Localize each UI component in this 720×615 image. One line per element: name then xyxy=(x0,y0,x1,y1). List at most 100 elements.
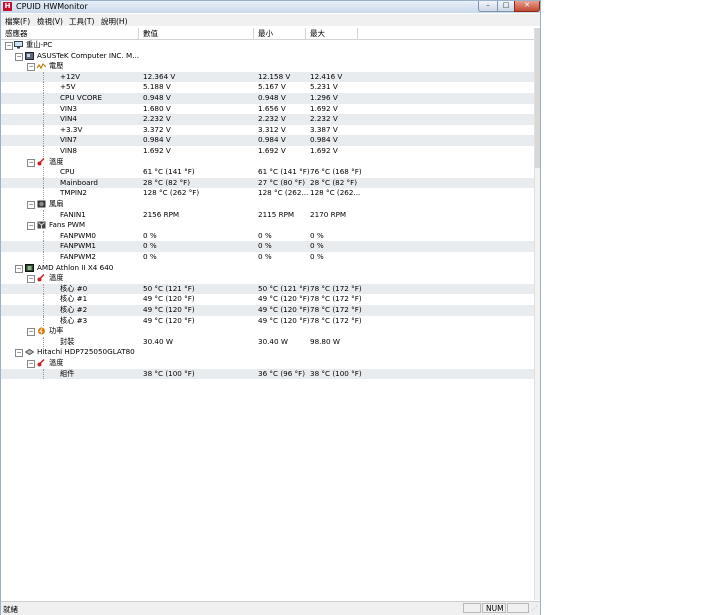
close-button[interactable]: ✕ xyxy=(514,1,540,12)
thermometer-icon xyxy=(37,157,46,166)
sensor-label: +5V xyxy=(60,82,76,92)
tree-line xyxy=(43,82,44,93)
hdd-icon xyxy=(24,348,35,356)
tree-node[interactable]: − 重山-PC xyxy=(1,40,534,51)
collapse-toggle-icon[interactable]: − xyxy=(27,201,35,209)
tree-line xyxy=(43,177,44,189)
collapse-toggle-icon[interactable]: − xyxy=(15,264,23,273)
status-text: 就緒 xyxy=(3,605,18,614)
sensor-label: VIN7 xyxy=(60,135,77,145)
menu-help[interactable]: 說明(H) xyxy=(101,16,128,27)
collapse-toggle-icon[interactable]: − xyxy=(27,275,35,284)
sensor-max: 12.416 V xyxy=(310,71,343,81)
sensor-row[interactable]: 封裝 30.40 W 30.40 W 98.80 W xyxy=(1,336,534,348)
collapse-toggle-icon[interactable]: − xyxy=(15,349,23,358)
sensor-row[interactable]: +12V 12.364 V 12.158 V 12.416 V xyxy=(1,71,534,83)
sensor-row[interactable]: +3.3V 3.372 V 3.312 V 3.387 V xyxy=(1,124,534,136)
sensor-max: 78 °C (172 °F) xyxy=(310,305,362,314)
sensor-row[interactable]: CPU VCORE 0.948 V 0.948 V 1.296 V xyxy=(1,93,534,104)
tree-node[interactable]: − 風扇 xyxy=(1,199,534,210)
sensor-min: 0 % xyxy=(258,230,272,240)
collapse-toggle-icon[interactable]: − xyxy=(27,328,35,337)
sensor-value: 0.984 V xyxy=(143,135,171,145)
tree-node[interactable]: − 溫度 xyxy=(1,157,534,168)
collapse-toggle-icon[interactable]: − xyxy=(27,63,35,72)
sensor-value: 0 % xyxy=(143,252,157,261)
column-value[interactable]: 數值 xyxy=(139,28,254,39)
vertical-scrollbar[interactable] xyxy=(534,28,540,600)
sensor-min: 30.40 W xyxy=(258,336,288,346)
tree-node[interactable]: − Fans PWM xyxy=(1,220,534,231)
sensor-max: 2170 RPM xyxy=(310,209,347,219)
collapse-toggle-icon[interactable]: − xyxy=(27,158,35,167)
status-panel-empty xyxy=(463,603,481,613)
tree-line xyxy=(43,283,44,295)
sensor-row[interactable]: VIN8 1.692 V 1.692 V 1.692 V xyxy=(1,146,534,157)
sensor-row[interactable]: TMPIN2 128 °C (262 °F) 128 °C (262... 128 °… xyxy=(1,188,534,199)
sensor-row[interactable]: CPU 61 °C (141 °F) 61 °C (141 °F) 76 °C (16… xyxy=(1,167,534,178)
minimize-button[interactable]: – xyxy=(478,1,498,12)
sensor-row[interactable]: 組件 38 °C (100 °F) 36 °C (96 °F) 38 °C (100 … xyxy=(1,368,534,380)
sensor-row[interactable]: 核心 #2 49 °C (120 °F) 49 °C (120 °F) 78 °C (… xyxy=(1,305,534,316)
sensor-row[interactable]: 核心 #3 49 °C (120 °F) 49 °C (120 °F) 78 °C (… xyxy=(1,315,534,327)
column-sensor[interactable]: 感應器 xyxy=(1,28,139,39)
tree-node[interactable]: − AMD Athlon II X4 640 xyxy=(1,263,534,274)
sensor-row[interactable]: FANIN1 2156 RPM 2115 RPM 2170 RPM xyxy=(1,209,534,221)
sensor-max: 0.984 V xyxy=(310,135,338,145)
sensor-min: 49 °C (120 °F) xyxy=(258,315,310,325)
sensor-row[interactable]: FANPWM1 0 % 0 % 0 % xyxy=(1,241,534,252)
resize-grip-icon[interactable]: ⋰ xyxy=(531,605,539,613)
menu-tools[interactable]: 工具(T) xyxy=(69,16,94,27)
menu-bar: 檔案(F) 檢視(V) 工具(T) 說明(H) xyxy=(1,14,540,26)
sensor-max: 5.231 V xyxy=(310,82,338,92)
sensor-value: 5.188 V xyxy=(143,82,171,92)
title-bar[interactable]: H CPUID HWMonitor – □ ✕ xyxy=(1,1,540,13)
tree-node[interactable]: − Hitachi HDP725050GLAT80 xyxy=(1,347,534,358)
sensor-row[interactable]: FANPWM2 0 % 0 % 0 % xyxy=(1,252,534,263)
tree-node[interactable]: − ASUSTeK Computer INC. M... xyxy=(1,51,534,62)
tree-node[interactable]: − 溫度 xyxy=(1,273,534,284)
sensor-value: 49 °C (120 °F) xyxy=(143,305,195,314)
sensor-row[interactable]: 核心 #0 50 °C (121 °F) 50 °C (121 °F) 78 °C (… xyxy=(1,283,534,295)
tree-line xyxy=(43,93,44,104)
column-min[interactable]: 最小 xyxy=(254,28,306,39)
computer-icon xyxy=(14,41,23,49)
sensor-max: 1.692 V xyxy=(310,103,338,113)
tree-node[interactable]: − 溫度 xyxy=(1,358,534,369)
tree-line xyxy=(43,188,44,199)
sensor-value: 2.232 V xyxy=(143,114,171,124)
maximize-button[interactable]: □ xyxy=(497,1,515,12)
sensor-label: 溫度 xyxy=(49,156,64,166)
sensor-row[interactable]: FANPWM0 0 % 0 % 0 % xyxy=(1,230,534,242)
collapse-toggle-icon[interactable]: − xyxy=(15,52,23,61)
sensor-label: Hitachi HDP725050GLAT80 xyxy=(37,347,135,357)
sensor-max: 1.296 V xyxy=(310,93,338,102)
menu-view[interactable]: 檢視(V) xyxy=(37,16,63,27)
sensor-min: 0 % xyxy=(258,241,272,251)
sensor-row[interactable]: Mainboard 28 °C (82 °F) 27 °C (80 °F) 28 °C… xyxy=(1,177,534,189)
tree-node[interactable]: − 功率 xyxy=(1,326,534,337)
sensor-value: 12.364 V xyxy=(143,71,176,81)
app-icon: H xyxy=(3,2,12,11)
sensor-label: 溫度 xyxy=(49,273,64,283)
scroll-thumb[interactable] xyxy=(535,28,540,168)
tree-line xyxy=(43,124,44,136)
sensor-row[interactable]: VIN3 1.680 V 1.656 V 1.692 V xyxy=(1,103,534,115)
sensor-row[interactable]: 核心 #1 49 °C (120 °F) 49 °C (120 °F) 78 °C (… xyxy=(1,294,534,305)
sensor-label: 重山-PC xyxy=(26,40,53,49)
menu-file[interactable]: 檔案(F) xyxy=(5,16,30,27)
sensor-row[interactable]: +5V 5.188 V 5.167 V 5.231 V xyxy=(1,82,534,93)
sensor-row[interactable]: VIN7 0.984 V 0.984 V 0.984 V xyxy=(1,135,534,146)
column-max[interactable]: 最大 xyxy=(306,28,358,39)
collapse-toggle-icon[interactable]: − xyxy=(5,42,13,50)
sensor-value: 2156 RPM xyxy=(143,209,180,219)
sensor-row[interactable]: VIN4 2.232 V 2.232 V 2.232 V xyxy=(1,114,534,125)
tree-line xyxy=(43,114,44,125)
collapse-toggle-icon[interactable]: − xyxy=(27,222,35,231)
collapse-toggle-icon[interactable]: − xyxy=(27,360,35,368)
tree-line xyxy=(43,167,44,178)
tree-node[interactable]: − 電壓 xyxy=(1,61,534,72)
sensor-value: 49 °C (120 °F) xyxy=(143,315,195,325)
sensor-label: 組件 xyxy=(60,368,75,378)
sensor-label: Fans PWM xyxy=(49,220,86,230)
